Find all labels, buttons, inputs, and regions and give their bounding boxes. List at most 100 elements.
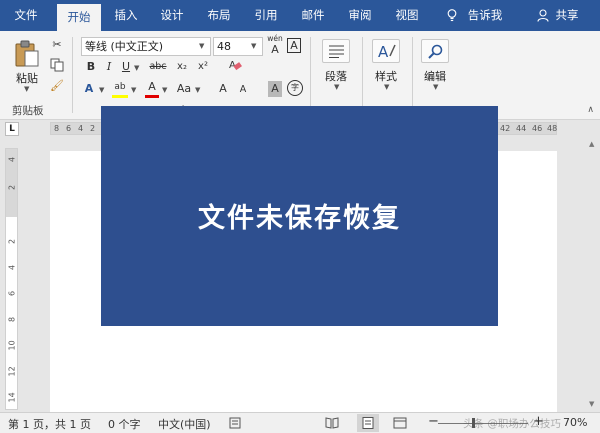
strikethrough-button[interactable]: abc — [147, 59, 169, 75]
svg-text:A: A — [378, 43, 389, 60]
styles-dropdown-icon[interactable]: ▼ — [384, 83, 389, 91]
enclose-char-button[interactable]: 字 — [287, 80, 303, 96]
paste-label[interactable]: 粘贴 — [14, 70, 40, 86]
styles-label[interactable]: 样式 — [372, 68, 400, 84]
italic-button[interactable]: I — [103, 59, 115, 75]
vruler-number: 4 — [7, 156, 17, 163]
clear-formatting-icon[interactable]: A — [228, 58, 242, 72]
tab-insert[interactable]: 插入 — [104, 0, 148, 31]
paste-dropdown-icon[interactable]: ▼ — [24, 85, 29, 93]
language-indicator[interactable]: 中文(中国) — [158, 416, 211, 432]
change-case-button[interactable]: Aa — [175, 81, 193, 97]
ruler-number: 46 — [532, 124, 543, 133]
person-icon[interactable] — [537, 9, 549, 22]
vertical-ruler: 4 2 2 4 6 8 10 12 14 — [0, 138, 22, 412]
ruler-number: 2 — [90, 124, 96, 133]
vruler-number: 12 — [7, 366, 17, 377]
highlight-dropdown-icon[interactable]: ▼ — [131, 86, 136, 94]
tab-selector-button[interactable]: L — [5, 122, 19, 136]
paragraph-label[interactable]: 段落 — [322, 68, 350, 84]
editing-label[interactable]: 编辑 — [421, 68, 449, 84]
vruler-number: 6 — [7, 290, 17, 297]
char-border-icon[interactable]: A — [287, 38, 301, 53]
lightbulb-icon[interactable] — [447, 9, 457, 22]
title-banner: 文件未保存恢复 — [101, 106, 498, 326]
macro-record-icon[interactable] — [229, 417, 241, 429]
vertical-ruler-strip[interactable]: 4 2 2 4 6 8 10 12 14 — [5, 148, 18, 410]
paste-icon[interactable] — [14, 40, 40, 68]
vruler-number: 8 — [7, 316, 17, 323]
highlight-color-bar — [112, 95, 128, 98]
share-button[interactable]: 共享 — [552, 0, 582, 31]
tab-mailings[interactable]: 邮件 — [291, 0, 335, 31]
separator — [72, 37, 73, 113]
phonetic-guide-a[interactable]: A — [270, 44, 280, 60]
ruler-number: 48 — [547, 124, 558, 133]
shrink-font-button[interactable]: A — [236, 82, 250, 98]
cut-icon[interactable]: ✂ — [50, 37, 64, 53]
subscript-button[interactable]: x₂ — [175, 59, 189, 75]
font-name-combo[interactable]: 等线 (中文正文) — [81, 37, 211, 56]
vruler-number: 4 — [7, 264, 17, 271]
tab-review[interactable]: 审阅 — [338, 0, 382, 31]
copy-icon[interactable] — [50, 58, 64, 72]
chevron-down-icon[interactable]: ▼ — [199, 42, 204, 50]
banner-title: 文件未保存恢复 — [198, 203, 401, 234]
ruler-number: 44 — [516, 124, 527, 133]
ribbon-tab-bar: 文件 开始 插入 设计 布局 引用 邮件 审阅 视图 告诉我 共享 — [0, 0, 600, 31]
editing-button[interactable] — [421, 39, 449, 63]
zoom-out-button[interactable]: − — [428, 414, 439, 429]
highlight-icon[interactable]: ab — [112, 79, 128, 95]
tab-home[interactable]: 开始 — [57, 4, 101, 31]
char-shading-button[interactable]: A — [268, 81, 282, 97]
vruler-number: 2 — [7, 238, 17, 245]
separator — [362, 37, 363, 113]
zoom-in-button[interactable]: + — [533, 414, 544, 429]
editing-dropdown-icon[interactable]: ▼ — [433, 83, 438, 91]
page-count[interactable]: 第 1 页，共 1 页 — [8, 416, 91, 432]
vruler-number: 10 — [7, 340, 17, 351]
paragraph-button[interactable] — [322, 39, 350, 63]
print-layout-icon — [362, 417, 374, 429]
underline-dropdown-icon[interactable]: ▼ — [134, 64, 139, 72]
web-layout-icon[interactable] — [393, 417, 407, 429]
font-color-bar — [145, 95, 159, 98]
bold-button[interactable]: B — [84, 59, 98, 75]
zoom-level[interactable]: 70% — [563, 416, 587, 429]
word-count[interactable]: 0 个字 — [108, 416, 141, 432]
vruler-number: 14 — [7, 392, 17, 403]
chevron-down-icon[interactable]: ▼ — [251, 42, 256, 50]
text-effects-icon[interactable]: A — [82, 81, 96, 97]
tab-layout[interactable]: 布局 — [197, 0, 241, 31]
text-effects-dropdown-icon[interactable]: ▼ — [99, 86, 104, 94]
scroll-up-icon[interactable]: ▲ — [589, 140, 594, 148]
styles-icon: A — [378, 43, 396, 60]
read-mode-icon[interactable] — [325, 417, 339, 429]
separator — [412, 37, 413, 113]
font-color-dropdown-icon[interactable]: ▼ — [162, 86, 167, 94]
superscript-button[interactable]: x² — [196, 59, 210, 75]
styles-button[interactable]: A — [372, 39, 400, 63]
tell-me-search[interactable]: 告诉我 — [463, 0, 507, 31]
grow-font-button[interactable]: A — [216, 81, 230, 97]
tab-view[interactable]: 视图 — [385, 0, 429, 31]
vertical-scrollbar[interactable]: ▲ ▼ — [586, 138, 600, 412]
paragraph-icon — [329, 45, 344, 58]
ruler-number: 6 — [66, 124, 72, 133]
collapse-ribbon-icon[interactable]: ∧ — [587, 105, 594, 115]
format-painter-icon[interactable]: 🖌 — [50, 78, 64, 94]
tab-references[interactable]: 引用 — [244, 0, 288, 31]
status-bar: 第 1 页，共 1 页 0 个字 中文(中国) − 头条 @职场办公技巧 + 7… — [0, 412, 600, 433]
scroll-down-icon[interactable]: ▼ — [589, 400, 594, 408]
ruler-number: 8 — [54, 124, 60, 133]
tab-file[interactable]: 文件 — [0, 0, 52, 31]
separator — [310, 37, 311, 113]
ruler-number: 42 — [500, 124, 511, 133]
print-layout-button[interactable] — [357, 414, 379, 432]
tab-design[interactable]: 设计 — [150, 0, 194, 31]
vruler-number: 2 — [7, 184, 17, 191]
underline-button[interactable]: U — [120, 59, 132, 75]
font-color-icon[interactable]: A — [145, 79, 159, 95]
paragraph-dropdown-icon[interactable]: ▼ — [334, 83, 339, 91]
change-case-dropdown-icon[interactable]: ▼ — [195, 86, 200, 94]
